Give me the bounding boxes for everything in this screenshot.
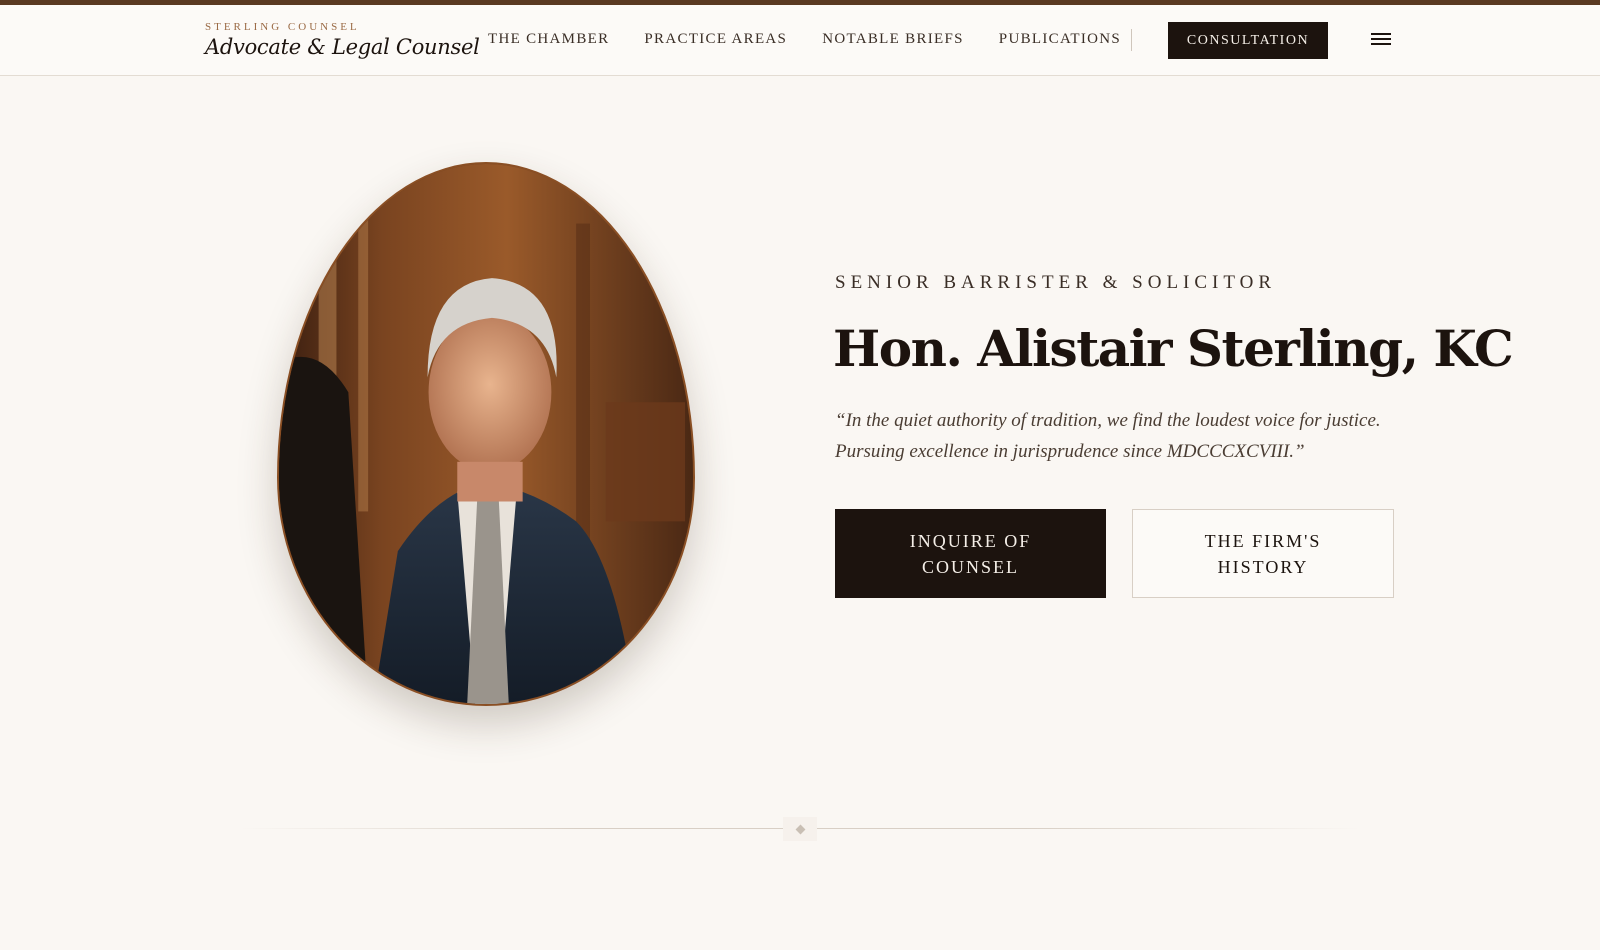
brand-name: Advocate & Legal Counsel bbox=[205, 35, 480, 59]
nav-divider bbox=[1131, 29, 1132, 51]
site-header: STERLING COUNSEL Advocate & Legal Counse… bbox=[0, 5, 1600, 76]
hero-title: Hon. Alistair Sterling, KC bbox=[833, 319, 1514, 378]
firm-history-button[interactable]: THE FIRM'S HISTORY bbox=[1132, 509, 1394, 598]
nav-item-publications[interactable]: PUBLICATIONS bbox=[999, 31, 1121, 48]
hamburger-menu-icon[interactable] bbox=[1371, 33, 1391, 47]
nav-item-practice-areas[interactable]: PRACTICE AREAS bbox=[644, 31, 787, 48]
inquire-of-counsel-button[interactable]: INQUIRE OF COUNSEL bbox=[835, 509, 1106, 598]
main-nav: THE CHAMBER PRACTICE AREAS NOTABLE BRIEF… bbox=[488, 31, 1156, 48]
nav-item-notable-briefs[interactable]: NOTABLE BRIEFS bbox=[822, 31, 964, 48]
portrait-image bbox=[277, 162, 695, 706]
brand-tagline: STERLING COUNSEL bbox=[205, 21, 360, 33]
brand-logo[interactable]: STERLING COUNSEL Advocate & Legal Counse… bbox=[205, 20, 480, 60]
hero-quote: “In the quiet authority of tradition, we… bbox=[835, 410, 1381, 462]
nav-item-the-chamber[interactable]: THE CHAMBER bbox=[488, 31, 609, 48]
hero-eyebrow: SENIOR BARRISTER & SOLICITOR bbox=[835, 272, 1277, 293]
consultation-button[interactable]: CONSULTATION bbox=[1168, 22, 1328, 59]
portrait-illustration bbox=[279, 164, 693, 704]
diamond-ornament-icon bbox=[783, 817, 817, 841]
